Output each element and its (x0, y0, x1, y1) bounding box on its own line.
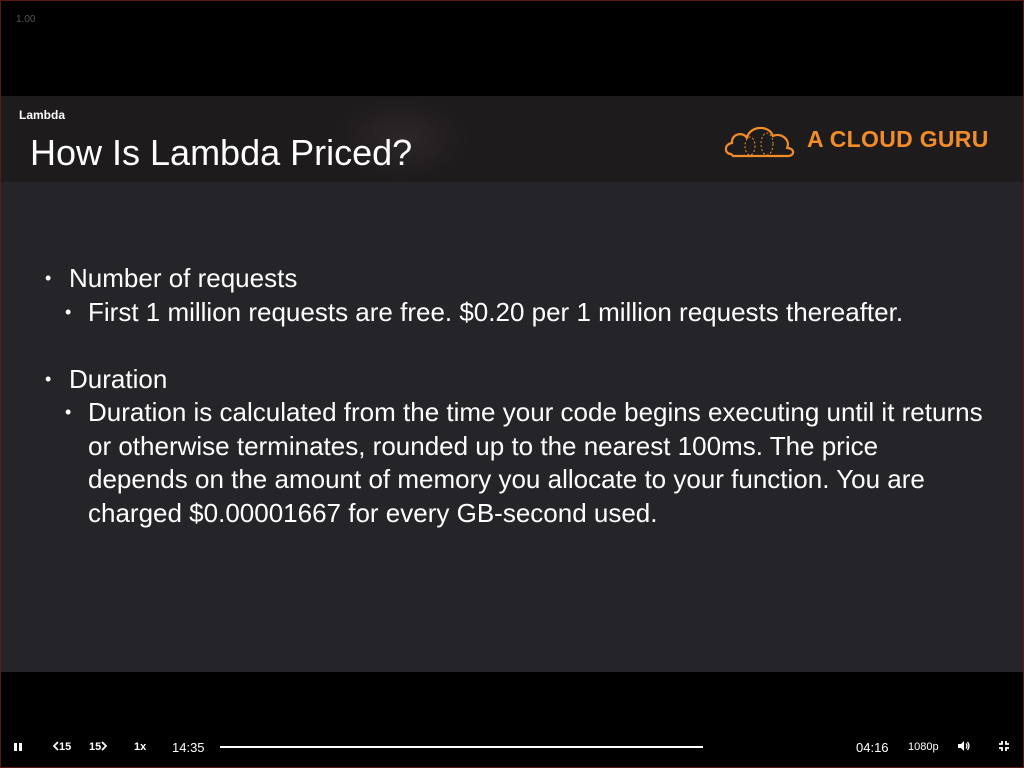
slide-header: Lambda How Is Lambda Priced? A CLOUD GUR… (1, 96, 1023, 182)
bullet-list: Number of requests First 1 million reque… (45, 262, 985, 530)
pause-button[interactable] (13, 732, 23, 762)
skip-back-button[interactable]: 15 (52, 732, 71, 762)
brand-name: A CLOUD GURU (807, 125, 989, 152)
exit-fullscreen-button[interactable] (998, 732, 1010, 762)
playback-speed-button[interactable]: 1x (134, 732, 146, 762)
skip-forward-label: 15 (89, 741, 102, 753)
bullet-item: Number of requests (45, 262, 985, 296)
zoom-level: 1.00 (16, 14, 36, 25)
chevron-right-icon (101, 740, 108, 754)
skip-back-label: 15 (59, 741, 72, 753)
volume-button[interactable] (957, 732, 971, 762)
slide: Lambda How Is Lambda Priced? A CLOUD GUR… (1, 96, 1023, 672)
exit-fullscreen-icon (998, 740, 1010, 755)
chevron-left-icon (52, 740, 59, 754)
bullet-item: Duration (45, 363, 985, 397)
quality-button[interactable]: 1080p (908, 732, 939, 762)
remaining-time: 04:16 (856, 739, 889, 755)
current-time: 14:35 (172, 739, 205, 755)
volume-icon (957, 740, 971, 755)
cloud-logo-icon (723, 118, 797, 160)
brand-logo: A CLOUD GURU (723, 118, 989, 160)
player-controls: 15 15 1x 14:35 04:16 1080p (0, 732, 1024, 762)
sub-bullet-item: First 1 million requests are free. $0.20… (45, 296, 985, 330)
sub-bullet-item: Duration is calculated from the time you… (45, 396, 985, 530)
section-label: Lambda (19, 108, 66, 122)
pause-icon (13, 740, 23, 755)
skip-forward-button[interactable]: 15 (89, 732, 108, 762)
slide-title: How Is Lambda Priced? (30, 132, 413, 173)
progress-bar[interactable] (220, 746, 703, 748)
